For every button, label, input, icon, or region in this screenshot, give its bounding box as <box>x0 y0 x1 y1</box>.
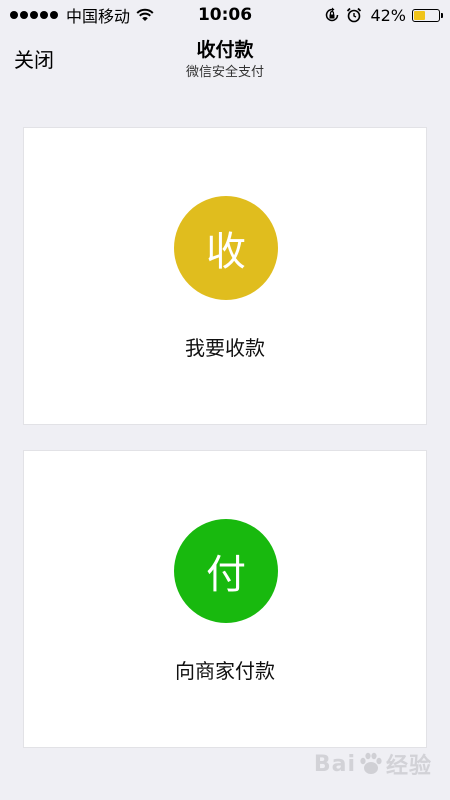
receive-icon: 收 <box>174 196 278 300</box>
rotation-lock-icon <box>324 7 340 23</box>
page-subtitle: 微信安全支付 <box>185 65 264 80</box>
nav-bar: 关闭 收付款 微信安全支付 <box>0 30 450 90</box>
nav-title-group: 收付款 微信安全支付 <box>0 38 450 82</box>
carrier-name: 中国移动 <box>66 7 131 26</box>
status-bar-left: 中国移动 <box>10 0 154 30</box>
watermark-text-left: Bai <box>313 751 356 777</box>
baidu-paw-icon <box>358 752 384 776</box>
status-bar: 中国移动 10:06 42% <box>0 0 450 30</box>
status-bar-right: 42% <box>318 0 443 30</box>
receive-money-label: 我要收款 <box>185 336 265 360</box>
pay-merchant-card[interactable]: 付 向商家付款 <box>23 450 427 748</box>
pay-merchant-label: 向商家付款 <box>175 659 275 683</box>
battery-icon <box>412 8 443 22</box>
baidu-watermark: Bai 经验 <box>314 748 432 780</box>
watermark-text-right: 经验 <box>385 754 432 779</box>
wifi-icon <box>136 8 154 22</box>
receive-money-card[interactable]: 收 我要收款 <box>23 127 427 425</box>
signal-dots-icon <box>10 11 60 19</box>
page-title: 收付款 <box>196 39 254 61</box>
battery-percent: 42% <box>370 5 406 25</box>
pay-icon: 付 <box>174 519 278 623</box>
alarm-icon <box>346 7 362 23</box>
